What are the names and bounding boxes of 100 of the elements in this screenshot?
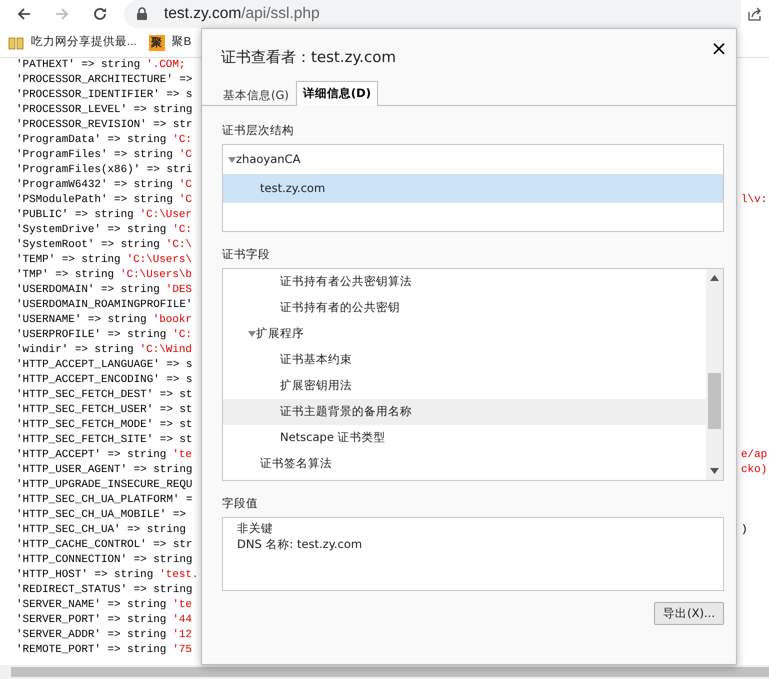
string-value: 'C:\Users\ <box>126 253 192 268</box>
string-value: 'C:\Users\b <box>120 268 192 283</box>
tree-item[interactable]: Netscape 证书类型 <box>223 425 706 451</box>
code-line: 'windir' => string <box>16 343 134 358</box>
horizontal-scrollbar[interactable] <box>0 665 769 679</box>
code-line: 'HTTP_ACCEPT_ENCODING' => s <box>16 373 192 388</box>
code-line: 'SystemRoot' => string <box>16 238 160 253</box>
code-line: 'HTTP_CACHE_CONTROL' => str <box>16 538 192 553</box>
code-line: 'ProgramW6432' => string <box>16 178 173 193</box>
scrollbar-thumb[interactable] <box>708 373 721 429</box>
code-line: 'PROCESSOR_IDENTIFIER' => s <box>16 88 192 103</box>
code-line: 'HTTP_SEC_FETCH_SITE' => st <box>16 433 192 448</box>
forward-arrow-icon <box>54 6 70 22</box>
bookmark[interactable]: 聚 聚B <box>148 34 196 52</box>
code-fragment: e/ap <box>741 448 768 463</box>
back-arrow-icon <box>16 6 32 22</box>
string-value: 'test. <box>159 568 198 583</box>
code-fragment: l\v: <box>741 193 768 208</box>
string-value: 'C <box>178 193 192 208</box>
code-line: 'USERPROFILE' => string <box>16 328 166 343</box>
string-value: 'C: <box>172 223 192 238</box>
code-line: 'HTTP_UPGRADE_INSECURE_REQU <box>16 478 192 493</box>
tree-item[interactable]: zhaoyanCA <box>223 145 723 174</box>
tree-item[interactable]: 证书持有者的公共密钥 <box>223 295 706 321</box>
code-line: 'HTTP_SEC_CH_UA_PLATFORM' = <box>16 493 192 508</box>
code-line: 'USERDOMAIN' => string <box>16 283 160 298</box>
scroll-down-icon[interactable] <box>710 468 719 474</box>
tree-item[interactable]: 证书基本约束 <box>223 347 706 373</box>
code-line: 'SERVER_NAME' => string <box>16 598 166 613</box>
vertical-scrollbar[interactable] <box>706 269 723 480</box>
string-value: 'C <box>178 148 192 163</box>
string-value: 'C: <box>172 328 192 343</box>
code-line: 'HTTP_HOST' => string <box>16 568 154 583</box>
code-line: 'ProgramFiles(x86)' => stri <box>16 163 192 178</box>
code-line: 'SERVER_ADDR' => string <box>16 628 166 643</box>
string-value: 'C:\User <box>140 208 192 223</box>
code-line: 'PROCESSOR_ARCHITECTURE' => <box>16 73 192 88</box>
code-line: 'HTTP_SEC_CH_UA' => string <box>16 523 186 538</box>
tree-item[interactable]: 扩展程序 <box>223 321 706 347</box>
code-line: 'PATHEXT' => string <box>16 58 140 73</box>
code-line: 'HTTP_CONNECTION' => string <box>16 553 192 568</box>
url-text: test.zy.com/api/ssl.php <box>164 4 320 24</box>
tab[interactable]: 详细信息(D) <box>296 81 378 106</box>
code-line: 'REMOTE_PORT' => string <box>16 643 166 658</box>
bookmark[interactable]: 吃力网分享提供最... <box>8 34 141 52</box>
address-bar[interactable]: test.zy.com/api/ssl.php <box>124 0 741 28</box>
code-line: 'USERDOMAIN_ROAMINGPROFILE' <box>16 298 192 313</box>
section-heading: 证书字段 <box>222 246 271 263</box>
expand-triangle-icon <box>228 156 236 162</box>
string-value: '12 <box>172 628 192 643</box>
string-value: 'C <box>178 178 192 193</box>
section-heading: 证书层次结构 <box>222 122 295 139</box>
tree-item[interactable]: 证书持有者公共密钥算法 <box>223 269 706 295</box>
code-line: 'SystemDrive' => string <box>16 223 166 238</box>
expand-triangle-icon <box>248 331 256 337</box>
scroll-up-icon[interactable] <box>710 275 719 281</box>
code-line: 'SERVER_PORT' => string <box>16 613 166 628</box>
string-value: 'C:\ <box>166 238 192 253</box>
code-line: 'HTTP_USER_AGENT' => string <box>16 463 192 478</box>
string-value: 'bookr <box>152 313 192 328</box>
string-value: 'DES <box>166 283 192 298</box>
code-fragment: cko) <box>741 463 768 478</box>
book-icon <box>8 34 24 50</box>
tab[interactable]: 基本信息(G) <box>216 84 296 106</box>
code-line: 'HTTP_ACCEPT' => string <box>16 448 166 463</box>
export-button[interactable]: 导出(X)... <box>654 602 724 626</box>
code-line: 'PROCESSOR_REVISION' => str <box>16 118 192 133</box>
code-line: 'HTTP_SEC_FETCH_DEST' => st <box>16 388 192 403</box>
code-line: 'ProgramFiles' => string <box>16 148 173 163</box>
string-value: '.COM; <box>146 58 186 73</box>
lock-icon <box>136 7 148 21</box>
string-value: 'C: <box>172 133 192 148</box>
string-value: '44 <box>172 613 192 628</box>
code-line: 'PROCESSOR_LEVEL' => string <box>16 103 192 118</box>
code-fragment: ) <box>741 523 749 538</box>
dialog-title: 证书查看者：test.zy.com <box>221 47 396 68</box>
string-value: '75 <box>172 643 192 658</box>
tree-item[interactable]: 扩展密钥用法 <box>223 373 706 399</box>
code-line: 'HTTP_SEC_FETCH_USER' => st <box>16 403 192 418</box>
section-heading: 字段值 <box>222 495 259 512</box>
code-line: 'HTTP_ACCEPT_LANGUAGE' => s <box>16 358 192 373</box>
code-line: 'PUBLIC' => string <box>16 208 134 223</box>
string-value: 'C:\Wind <box>140 343 192 358</box>
code-line: 'ProgramData' => string <box>16 133 166 148</box>
value-text: DNS 名称: test.zy.com <box>237 536 364 552</box>
tree-item[interactable]: 证书主题背景的备用名称 <box>223 399 706 425</box>
string-value: 'te <box>172 598 192 613</box>
share-icon <box>747 6 763 22</box>
site-icon: 聚 <box>148 34 165 50</box>
tree-item[interactable]: 证书签名算法 <box>223 451 706 477</box>
code-line: 'HTTP_SEC_FETCH_MODE' => st <box>16 418 192 433</box>
close-button[interactable]: × <box>708 37 730 59</box>
code-line: 'REDIRECT_STATUS' => string <box>16 583 192 598</box>
code-line: 'TEMP' => string <box>16 253 121 268</box>
tree-item[interactable]: test.zy.com <box>223 174 723 203</box>
code-line: 'TMP' => string <box>16 268 114 283</box>
string-value: 'te <box>172 448 192 463</box>
code-line: 'PSModulePath' => string <box>16 193 173 208</box>
value-text: 非关键 <box>237 520 274 536</box>
reload-arrow-icon <box>92 6 108 22</box>
